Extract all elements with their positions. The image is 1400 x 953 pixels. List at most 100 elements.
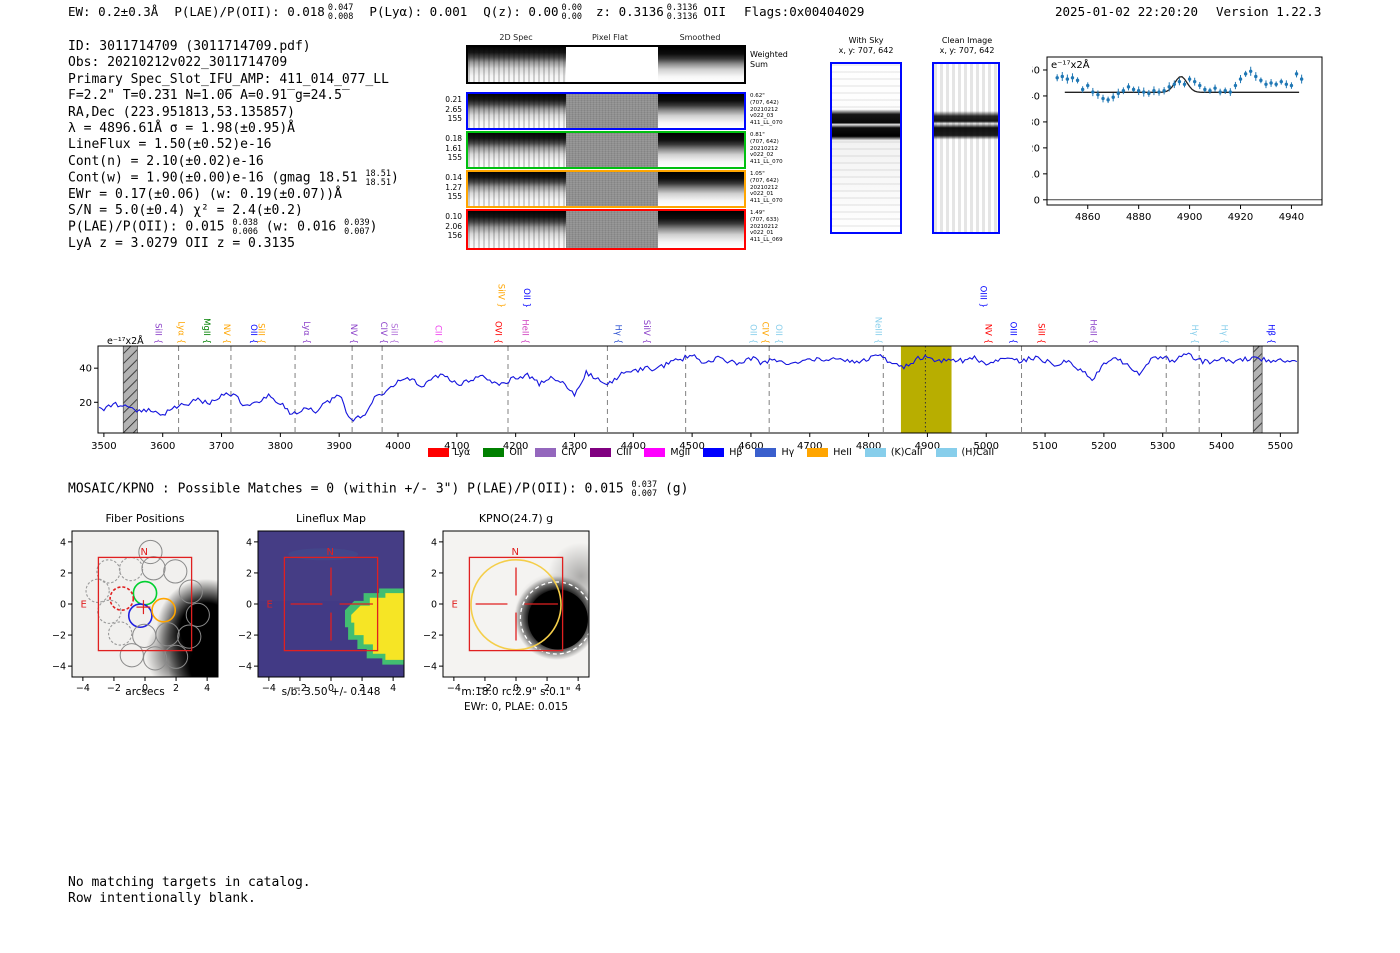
data-point [1274, 82, 1278, 86]
info-text: Obs: 20210212v022_3011714709 [68, 55, 288, 71]
info-text: ID: 3011714709 (3011714709.pdf) [68, 39, 311, 54]
data-point [1223, 89, 1227, 93]
spectral-line-label: Lyα { [176, 321, 186, 344]
spectral-line-label: NV { [348, 324, 358, 344]
spec2d-weighted-2d-strip [468, 47, 566, 82]
legend-item: OII [483, 447, 522, 458]
spec2d-right-value: 20210212 [750, 184, 778, 191]
with-sky-title-text: With Sky [848, 36, 884, 45]
data-point [1218, 90, 1222, 94]
north-indicator: N [511, 547, 518, 558]
kpno-cutout-xlabel2: EWr: 0, PLAE: 0.015 [463, 701, 569, 713]
y-tick-label: 50 [1032, 65, 1040, 76]
spec2d-left-value: 155 [447, 192, 462, 202]
mosaic-match-line: MOSAIC/KPNO : Possible Matches = 0 (with… [68, 481, 688, 498]
data-point [1167, 85, 1171, 89]
info-text: F=2.2" T=0.2̅31 N=1.0̅6 A=0.91̅ g=24.5̅ [68, 88, 342, 104]
spec2d-smoothed-strip [658, 211, 744, 248]
x-tick-label: 3600 [150, 441, 175, 452]
x-tick-label: 4000 [385, 441, 410, 452]
x-tick-label: 5200 [1091, 441, 1116, 452]
y-tick-label: 40 [79, 364, 92, 375]
spectral-line-label: SiII { [256, 323, 266, 344]
spec2d-row [466, 131, 746, 169]
y-tick-label: −2 [52, 631, 66, 642]
legend-swatch [807, 448, 829, 457]
x-tick-label: 3500 [91, 441, 116, 452]
spec2d-left-value: 156 [447, 231, 462, 241]
legend-item: CIV [535, 447, 577, 458]
spec2d-left-value: 2.06 [445, 221, 462, 231]
flux-units-annotation: e⁻¹⁷x2Å [1051, 58, 1090, 71]
data-point [1233, 83, 1238, 88]
y-tick-label: 2 [246, 568, 252, 579]
info-line: S/N = 5.0(±0.4) χ² = 2.4(±0.2) [68, 203, 399, 219]
legend-swatch [535, 448, 557, 457]
x-tick-label: 4880 [1126, 212, 1151, 223]
clean-image [932, 62, 1000, 234]
fiber-positions-plot: NE−4−4−2−2002244 [52, 530, 219, 694]
spectral-line-label: OII { [747, 324, 757, 344]
data-point [1080, 87, 1085, 92]
header-text: P(LAE)/P(OII): 0.018 [174, 4, 325, 19]
lineflux-map-plot: NE−4−4−2−2002244 [238, 530, 405, 694]
spec2d-row-right-labels: 1.49" (707, 633) 20210212 v022_01 411_LL_069 [750, 210, 798, 244]
spectral-line-label: HeII { [520, 319, 530, 344]
spectral-line-label: Lyα { [301, 321, 311, 344]
legend-swatch [483, 448, 505, 457]
with-sky-title: With Sky x, y: 707, 642 [820, 36, 912, 56]
spec2d-row [466, 209, 746, 250]
flux-units-annotation: e⁻¹⁷x2Å [107, 335, 144, 347]
header-summary-line: EW: 0.2±0.3Å P(LAE)/P(OII): 0.018 0.047 0.0… [68, 4, 864, 22]
legend-swatch [590, 448, 612, 457]
spec2d-header-smoothed: Smoothed [679, 33, 721, 42]
x-tick-label: 5100 [1032, 441, 1057, 452]
spectrum-line [98, 352, 1298, 422]
y-tick-label: 4 [246, 537, 252, 548]
info-text: EWr = 0.17(±0.06) (w: 0.19(±0.07))Å [68, 186, 342, 202]
spec2d-2d-strip [468, 133, 566, 167]
info-text: ) [369, 220, 378, 235]
info-text: λ = 4896.61Å σ = 1.98(±0.95)Å [68, 120, 295, 136]
spec2d-pixelflat-strip [566, 172, 658, 206]
spectral-line-label: CIV { [760, 322, 770, 344]
spectral-line-label: SiIV } [496, 284, 506, 308]
data-point [1136, 89, 1141, 93]
x-tick-label: 4900 [1177, 212, 1202, 223]
spec2d-left-value: 2.65 [445, 104, 462, 114]
spectral-line-label: SiII { [389, 323, 399, 344]
data-point [1070, 76, 1075, 80]
spec2d-row [466, 92, 746, 130]
data-point [1203, 87, 1207, 92]
spec2d-row [466, 170, 746, 208]
legend-label: (K)CaII [890, 447, 923, 458]
data-point [1213, 86, 1217, 90]
y-tick-label: 2 [60, 568, 66, 579]
data-point [1182, 82, 1187, 86]
spec2d-2d-strip [468, 94, 566, 128]
spectral-line-label: OII } [521, 288, 531, 308]
info-line: Cont(w) = 1.90(±0.00)e-16 (gmag 18.51 18… [68, 170, 399, 187]
spectral-line-label: MgII { [201, 318, 211, 344]
spec2d-right-value: 0.62" [750, 93, 765, 99]
spec2d-left-value: 0.18 [445, 134, 462, 143]
spectral-line-label: HeII { [1087, 319, 1097, 344]
data-point [1096, 92, 1100, 97]
header-sub: 0.008 [327, 12, 354, 22]
footer-line-2: Row intentionally blank. [68, 891, 256, 906]
legend-label: CIII [616, 447, 632, 458]
spec2d-weighted-label: Weighted Sum [750, 50, 788, 69]
spec2d-weighted-row [466, 45, 746, 84]
spec2d-right-value: (707, 642) [750, 177, 779, 184]
data-point [1091, 90, 1095, 94]
spec2d-row-right-labels: 1.05" (707, 642) 20210212 v022_01 411_LL_070 [750, 171, 798, 205]
header-text: Flags:0x00404029 [744, 4, 865, 19]
data-point [1284, 82, 1289, 86]
spec2d-right-value: 411_LL_069 [750, 237, 783, 244]
lineflux-map-xlabel: s/b: 3.50 +/- 0.148 [281, 686, 381, 698]
spec2d-row-right-labels: 0.62" (707, 642) 20210212 v022_03 411_LL_070 [750, 93, 798, 127]
data-point [1147, 91, 1151, 96]
line-fit-inset-chart: 4860 4880 4900 4920 4940 0 10 20 30 40 50 e⁻¹⁷x2Å [1032, 56, 1323, 223]
header-text: OII [703, 4, 727, 19]
data-point [1086, 83, 1090, 88]
